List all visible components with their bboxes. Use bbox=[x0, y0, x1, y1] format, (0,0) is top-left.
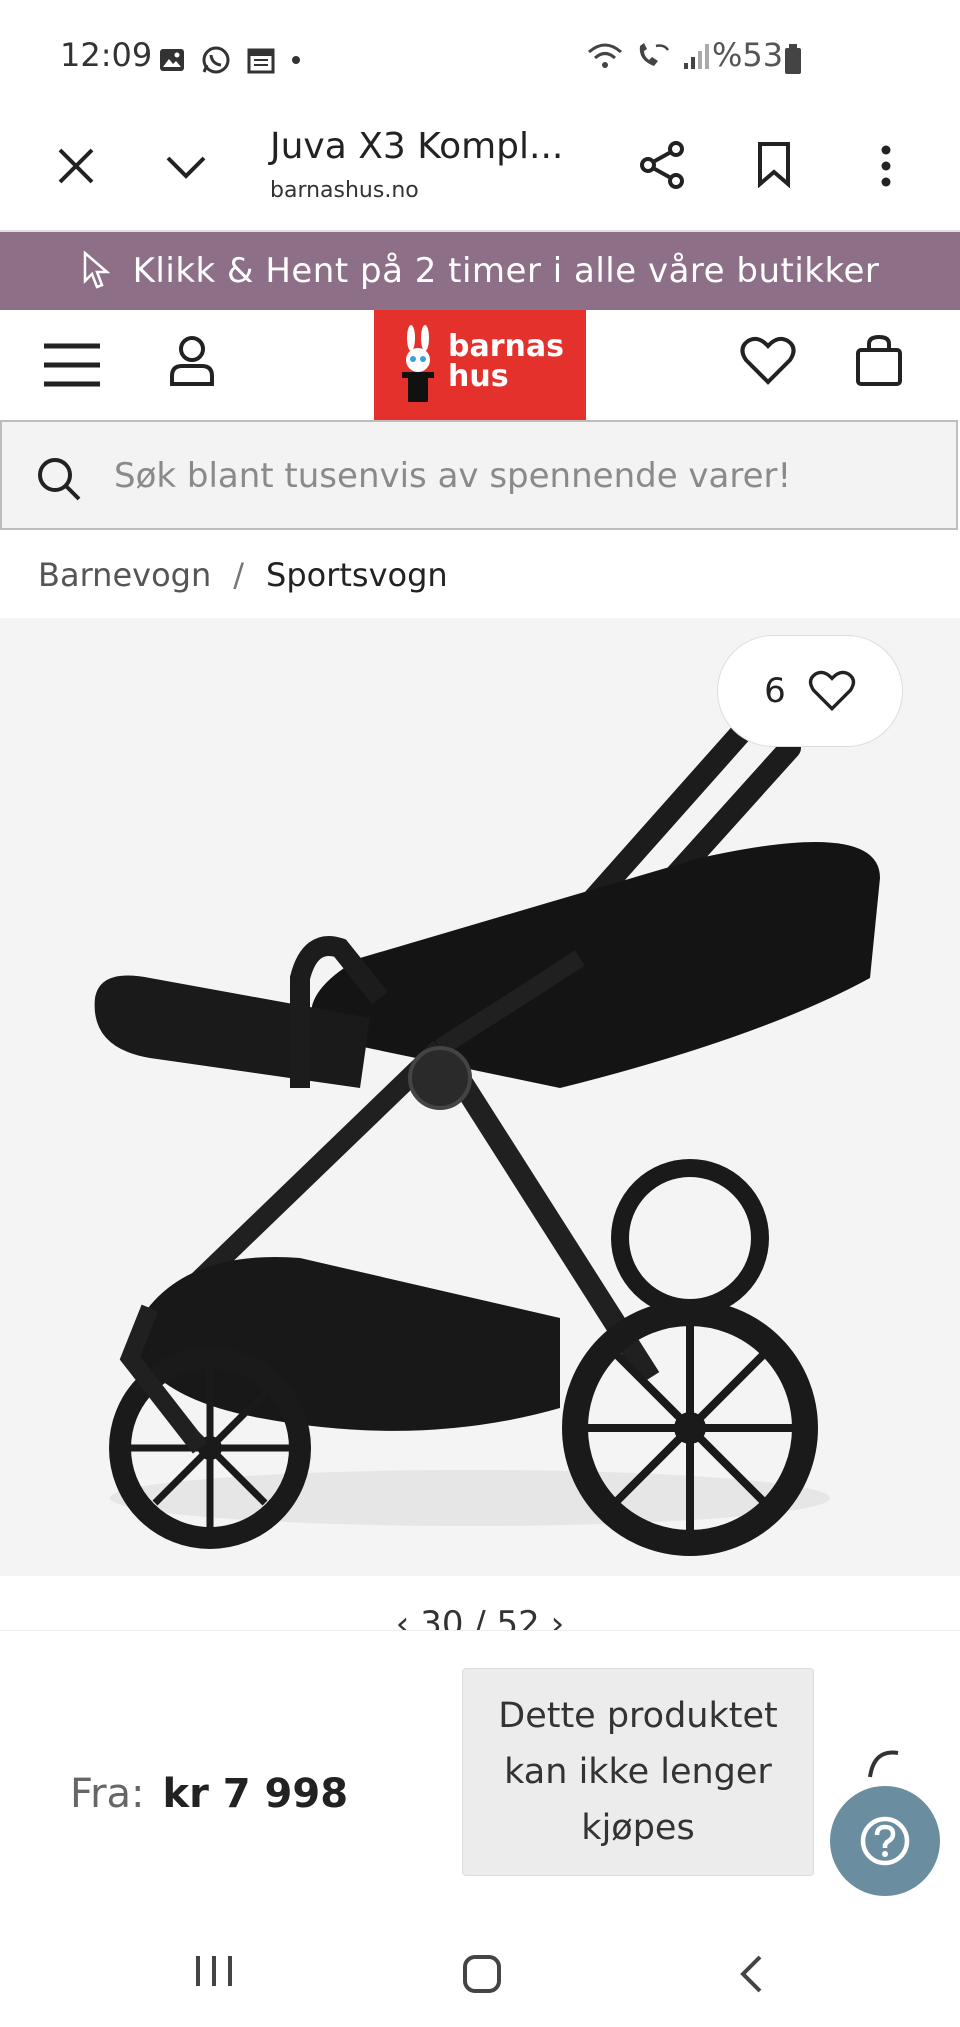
favorite-button[interactable]: 6 bbox=[718, 636, 902, 746]
site-logo[interactable]: barnas hus bbox=[374, 310, 586, 420]
bookmark-icon[interactable] bbox=[756, 140, 792, 188]
unavailable-notice: Dette produktet kan ikke lenger kjøpes bbox=[462, 1668, 814, 1876]
wifi-calling-icon bbox=[639, 43, 670, 66]
heart-icon[interactable] bbox=[740, 336, 796, 386]
breadcrumb-item-barnevogn[interactable]: Barnevogn bbox=[38, 556, 211, 594]
whatsapp-icon bbox=[202, 46, 230, 74]
logo-text: barnas hus bbox=[448, 332, 564, 392]
signal-icon bbox=[684, 44, 709, 69]
dot-icon bbox=[292, 56, 300, 64]
battery-percent: %53 bbox=[712, 36, 784, 74]
tab-url[interactable]: barnashus.no bbox=[270, 178, 419, 203]
price-amount: kr 7 998 bbox=[162, 1771, 349, 1817]
chevron-down-icon[interactable] bbox=[164, 150, 208, 182]
heart-icon bbox=[808, 670, 855, 712]
image-pager: ‹ 30 / 52 › bbox=[0, 1604, 960, 1630]
status-bar: 12:09 %53 bbox=[0, 0, 960, 110]
breadcrumb-separator: / bbox=[233, 556, 245, 594]
promo-text: Klikk & Hent på 2 timer i alle våre buti… bbox=[132, 251, 880, 291]
gallery-icon bbox=[160, 49, 184, 71]
search-input[interactable] bbox=[112, 450, 936, 502]
favorite-count: 6 bbox=[764, 671, 786, 711]
calendar-icon bbox=[247, 48, 275, 74]
back-icon[interactable] bbox=[738, 1954, 764, 1994]
menu-icon[interactable] bbox=[42, 342, 102, 388]
tab-title[interactable]: Juva X3 Kompl... bbox=[270, 126, 563, 167]
search-bar[interactable] bbox=[0, 420, 958, 530]
loading-spinner-icon bbox=[868, 1750, 899, 1778]
cursor-icon bbox=[83, 251, 110, 289]
status-system-icons bbox=[586, 40, 712, 72]
help-button[interactable] bbox=[830, 1786, 940, 1896]
search-icon bbox=[38, 458, 81, 501]
browser-toolbar: Juva X3 Kompl... barnashus.no bbox=[0, 110, 960, 232]
battery-icon bbox=[785, 44, 801, 74]
rabbit-logo-icon bbox=[402, 325, 434, 402]
logo-text-line2: hus bbox=[448, 359, 509, 394]
prev-image-icon[interactable]: ‹ bbox=[396, 1604, 410, 1630]
product-image-gallery[interactable] bbox=[0, 618, 960, 1576]
next-image-icon[interactable]: › bbox=[551, 1604, 565, 1630]
status-time: 12:09 bbox=[60, 36, 153, 74]
promo-banner[interactable]: Klikk & Hent på 2 timer i alle våre buti… bbox=[0, 232, 960, 310]
home-icon[interactable] bbox=[462, 1954, 502, 1994]
help-icon bbox=[860, 1816, 910, 1866]
user-icon[interactable] bbox=[168, 334, 216, 388]
breadcrumb-item-sportsvogn[interactable]: Sportsvogn bbox=[266, 556, 448, 594]
logo-text-line1: barnas bbox=[448, 329, 564, 364]
wifi-icon bbox=[588, 43, 622, 68]
pager-text: 30 / 52 bbox=[420, 1604, 540, 1630]
breadcrumb: Barnevogn / Sportsvogn bbox=[38, 556, 448, 594]
system-nav-bar bbox=[0, 1914, 960, 2027]
more-vertical-icon[interactable] bbox=[876, 144, 896, 188]
close-icon[interactable] bbox=[56, 146, 96, 186]
price-label: Fra: bbox=[70, 1771, 145, 1817]
price: Fra: kr 7 998 bbox=[70, 1771, 348, 1817]
share-icon[interactable] bbox=[638, 140, 688, 190]
status-notification-icons bbox=[158, 44, 302, 76]
shopping-bag-icon[interactable] bbox=[854, 334, 904, 388]
recent-apps-icon[interactable] bbox=[194, 1954, 234, 1988]
stroller-product-image bbox=[94, 723, 880, 1556]
